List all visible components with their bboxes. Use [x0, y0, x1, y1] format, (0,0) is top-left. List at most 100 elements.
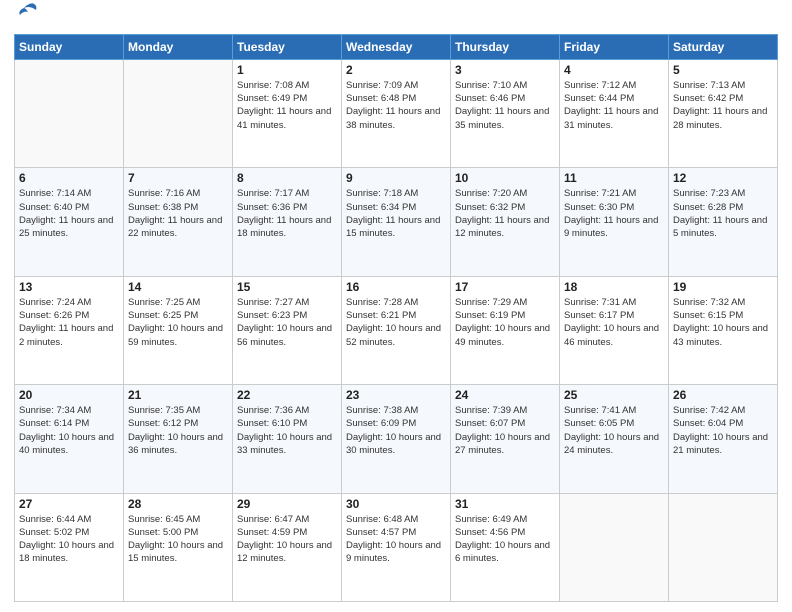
- day-number: 6: [19, 171, 119, 185]
- calendar-week-4: 20Sunrise: 7:34 AMSunset: 6:14 PMDayligh…: [15, 385, 778, 493]
- day-number: 22: [237, 388, 337, 402]
- day-info: Sunrise: 7:10 AMSunset: 6:46 PMDaylight:…: [455, 79, 555, 132]
- calendar-cell: 14 Sunrise: 7:25 AMSunset: 6:25 PMDayligh…: [124, 276, 233, 384]
- calendar-cell: 3 Sunrise: 7:10 AMSunset: 6:46 PMDaylight…: [451, 59, 560, 167]
- logo: [14, 10, 38, 30]
- calendar-cell: 9Sunrise: 7:18 AMSunset: 6:34 PMDaylight…: [342, 168, 451, 276]
- header-sunday: Sunday: [15, 34, 124, 59]
- day-info: Sunrise: 7:24 AMSunset: 6:26 PMDaylight:…: [19, 296, 119, 349]
- calendar-cell: [669, 493, 778, 601]
- calendar-cell: 25 Sunrise: 7:41 AMSunset: 6:05 PMDayligh…: [560, 385, 669, 493]
- calendar-cell: 30 Sunrise: 6:48 AMSunset: 4:57 PMDayligh…: [342, 493, 451, 601]
- calendar-cell: [15, 59, 124, 167]
- calendar-cell: 11Sunrise: 7:21 AMSunset: 6:30 PMDayligh…: [560, 168, 669, 276]
- day-number: 25: [564, 388, 664, 402]
- day-info: Sunrise: 7:36 AMSunset: 6:10 PMDaylight:…: [237, 404, 337, 457]
- calendar-cell: 20Sunrise: 7:34 AMSunset: 6:14 PMDayligh…: [15, 385, 124, 493]
- header-monday: Monday: [124, 34, 233, 59]
- day-number: 12: [673, 171, 773, 185]
- calendar-cell: 29Sunrise: 6:47 AMSunset: 4:59 PMDayligh…: [233, 493, 342, 601]
- calendar-cell: 22 Sunrise: 7:36 AMSunset: 6:10 PMDayligh…: [233, 385, 342, 493]
- calendar-cell: 28 Sunrise: 6:45 AMSunset: 5:00 PMDayligh…: [124, 493, 233, 601]
- header-saturday: Saturday: [669, 34, 778, 59]
- day-info: Sunrise: 6:45 AMSunset: 5:00 PMDaylight:…: [128, 513, 228, 566]
- day-number: 17: [455, 280, 555, 294]
- day-info: Sunrise: 7:16 AMSunset: 6:38 PMDaylight:…: [128, 187, 228, 240]
- calendar-cell: 26 Sunrise: 7:42 AMSunset: 6:04 PMDayligh…: [669, 385, 778, 493]
- calendar-cell: 16 Sunrise: 7:28 AMSunset: 6:21 PMDayligh…: [342, 276, 451, 384]
- day-number: 24: [455, 388, 555, 402]
- calendar-cell: 10 Sunrise: 7:20 AMSunset: 6:32 PMDayligh…: [451, 168, 560, 276]
- day-info: Sunrise: 7:12 AMSunset: 6:44 PMDaylight:…: [564, 79, 664, 132]
- calendar-cell: 12 Sunrise: 7:23 AMSunset: 6:28 PMDayligh…: [669, 168, 778, 276]
- calendar-cell: 24 Sunrise: 7:39 AMSunset: 6:07 PMDayligh…: [451, 385, 560, 493]
- header-wednesday: Wednesday: [342, 34, 451, 59]
- day-info: Sunrise: 7:42 AMSunset: 6:04 PMDaylight:…: [673, 404, 773, 457]
- day-number: 21: [128, 388, 228, 402]
- day-number: 30: [346, 497, 446, 511]
- day-number: 28: [128, 497, 228, 511]
- calendar-cell: 18 Sunrise: 7:31 AMSunset: 6:17 PMDayligh…: [560, 276, 669, 384]
- header-friday: Friday: [560, 34, 669, 59]
- day-number: 15: [237, 280, 337, 294]
- day-number: 14: [128, 280, 228, 294]
- calendar-cell: 19Sunrise: 7:32 AMSunset: 6:15 PMDayligh…: [669, 276, 778, 384]
- day-number: 18: [564, 280, 664, 294]
- day-number: 5: [673, 63, 773, 77]
- day-number: 19: [673, 280, 773, 294]
- day-number: 4: [564, 63, 664, 77]
- day-info: Sunrise: 7:28 AMSunset: 6:21 PMDaylight:…: [346, 296, 446, 349]
- calendar-cell: 7 Sunrise: 7:16 AMSunset: 6:38 PMDaylight…: [124, 168, 233, 276]
- header-thursday: Thursday: [451, 34, 560, 59]
- calendar-table: SundayMondayTuesdayWednesdayThursdayFrid…: [14, 34, 778, 602]
- calendar-cell: 21 Sunrise: 7:35 AMSunset: 6:12 PMDayligh…: [124, 385, 233, 493]
- day-info: Sunrise: 7:39 AMSunset: 6:07 PMDaylight:…: [455, 404, 555, 457]
- calendar-cell: 2Sunrise: 7:09 AMSunset: 6:48 PMDaylight…: [342, 59, 451, 167]
- day-info: Sunrise: 7:18 AMSunset: 6:34 PMDaylight:…: [346, 187, 446, 240]
- calendar-week-3: 13Sunrise: 7:24 AMSunset: 6:26 PMDayligh…: [15, 276, 778, 384]
- day-number: 7: [128, 171, 228, 185]
- day-number: 2: [346, 63, 446, 77]
- day-info: Sunrise: 7:13 AMSunset: 6:42 PMDaylight:…: [673, 79, 773, 132]
- header: [14, 10, 778, 30]
- day-number: 8: [237, 171, 337, 185]
- calendar-cell: 17 Sunrise: 7:29 AMSunset: 6:19 PMDayligh…: [451, 276, 560, 384]
- day-info: Sunrise: 6:48 AMSunset: 4:57 PMDaylight:…: [346, 513, 446, 566]
- day-number: 23: [346, 388, 446, 402]
- day-info: Sunrise: 7:08 AMSunset: 6:49 PMDaylight:…: [237, 79, 337, 132]
- calendar-week-2: 6Sunrise: 7:14 AMSunset: 6:40 PMDaylight…: [15, 168, 778, 276]
- day-number: 16: [346, 280, 446, 294]
- day-info: Sunrise: 7:29 AMSunset: 6:19 PMDaylight:…: [455, 296, 555, 349]
- logo-bird-icon: [16, 2, 38, 20]
- calendar-cell: 13Sunrise: 7:24 AMSunset: 6:26 PMDayligh…: [15, 276, 124, 384]
- day-number: 27: [19, 497, 119, 511]
- calendar-cell: 1 Sunrise: 7:08 AMSunset: 6:49 PMDaylight…: [233, 59, 342, 167]
- day-number: 3: [455, 63, 555, 77]
- day-info: Sunrise: 7:38 AMSunset: 6:09 PMDaylight:…: [346, 404, 446, 457]
- day-number: 29: [237, 497, 337, 511]
- day-info: Sunrise: 7:17 AMSunset: 6:36 PMDaylight:…: [237, 187, 337, 240]
- day-info: Sunrise: 7:23 AMSunset: 6:28 PMDaylight:…: [673, 187, 773, 240]
- day-number: 1: [237, 63, 337, 77]
- calendar-cell: 8 Sunrise: 7:17 AMSunset: 6:36 PMDaylight…: [233, 168, 342, 276]
- day-info: Sunrise: 7:21 AMSunset: 6:30 PMDaylight:…: [564, 187, 664, 240]
- calendar-cell: 5 Sunrise: 7:13 AMSunset: 6:42 PMDaylight…: [669, 59, 778, 167]
- day-number: 26: [673, 388, 773, 402]
- calendar-cell: [124, 59, 233, 167]
- header-tuesday: Tuesday: [233, 34, 342, 59]
- day-info: Sunrise: 7:25 AMSunset: 6:25 PMDaylight:…: [128, 296, 228, 349]
- calendar-cell: 6Sunrise: 7:14 AMSunset: 6:40 PMDaylight…: [15, 168, 124, 276]
- calendar-week-1: 1 Sunrise: 7:08 AMSunset: 6:49 PMDaylight…: [15, 59, 778, 167]
- calendar-cell: 27Sunrise: 6:44 AMSunset: 5:02 PMDayligh…: [15, 493, 124, 601]
- day-info: Sunrise: 7:41 AMSunset: 6:05 PMDaylight:…: [564, 404, 664, 457]
- day-info: Sunrise: 7:31 AMSunset: 6:17 PMDaylight:…: [564, 296, 664, 349]
- calendar-cell: 4 Sunrise: 7:12 AMSunset: 6:44 PMDaylight…: [560, 59, 669, 167]
- calendar-cell: 23 Sunrise: 7:38 AMSunset: 6:09 PMDayligh…: [342, 385, 451, 493]
- calendar-cell: 31Sunrise: 6:49 AMSunset: 4:56 PMDayligh…: [451, 493, 560, 601]
- calendar-cell: 15Sunrise: 7:27 AMSunset: 6:23 PMDayligh…: [233, 276, 342, 384]
- day-info: Sunrise: 7:20 AMSunset: 6:32 PMDaylight:…: [455, 187, 555, 240]
- calendar-week-5: 27Sunrise: 6:44 AMSunset: 5:02 PMDayligh…: [15, 493, 778, 601]
- page: SundayMondayTuesdayWednesdayThursdayFrid…: [0, 0, 792, 612]
- day-number: 10: [455, 171, 555, 185]
- day-info: Sunrise: 7:35 AMSunset: 6:12 PMDaylight:…: [128, 404, 228, 457]
